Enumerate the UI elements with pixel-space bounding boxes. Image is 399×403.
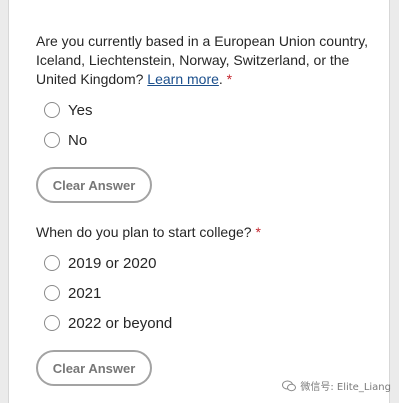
- clear-answer-button[interactable]: Clear Answer: [36, 350, 152, 386]
- radio-button[interactable]: [44, 255, 60, 271]
- option-label: 2019 or 2020: [68, 254, 157, 272]
- radio-button[interactable]: [44, 285, 60, 301]
- radio-option-yes[interactable]: Yes: [36, 95, 376, 125]
- radio-button[interactable]: [44, 132, 60, 148]
- radio-group: 2019 or 2020 2021 2022 or beyond: [36, 248, 376, 338]
- option-label: 2021: [68, 284, 102, 302]
- option-label: 2022 or beyond: [68, 314, 173, 332]
- option-label: Yes: [68, 101, 93, 119]
- question-prompt: When do you plan to start college? *: [36, 223, 376, 242]
- question-college-start: When do you plan to start college? * 201…: [36, 223, 376, 386]
- watermark: 微信号: Elite_Liang: [282, 378, 391, 393]
- radio-group: Yes No: [36, 95, 376, 155]
- prompt-text: When do you plan to start college?: [36, 224, 252, 240]
- radio-button[interactable]: [44, 102, 60, 118]
- question-prompt: Are you currently based in a European Un…: [36, 32, 376, 89]
- learn-more-link[interactable]: Learn more: [147, 71, 219, 87]
- radio-option-2022-beyond[interactable]: 2022 or beyond: [36, 308, 376, 338]
- option-label: No: [68, 131, 88, 149]
- radio-option-2021[interactable]: 2021: [36, 278, 376, 308]
- required-marker: *: [226, 71, 233, 87]
- link-suffix: .: [218, 71, 223, 87]
- radio-option-no[interactable]: No: [36, 125, 376, 155]
- watermark-text: 微信号: Elite_Liang: [300, 382, 391, 393]
- required-marker: *: [255, 224, 261, 240]
- wechat-icon: [282, 380, 297, 391]
- radio-option-2019-2020[interactable]: 2019 or 2020: [36, 248, 376, 278]
- form-page: Are you currently based in a European Un…: [8, 0, 390, 403]
- question-eu-residency: Are you currently based in a European Un…: [36, 32, 376, 203]
- radio-button[interactable]: [44, 315, 60, 331]
- clear-answer-button[interactable]: Clear Answer: [36, 167, 152, 203]
